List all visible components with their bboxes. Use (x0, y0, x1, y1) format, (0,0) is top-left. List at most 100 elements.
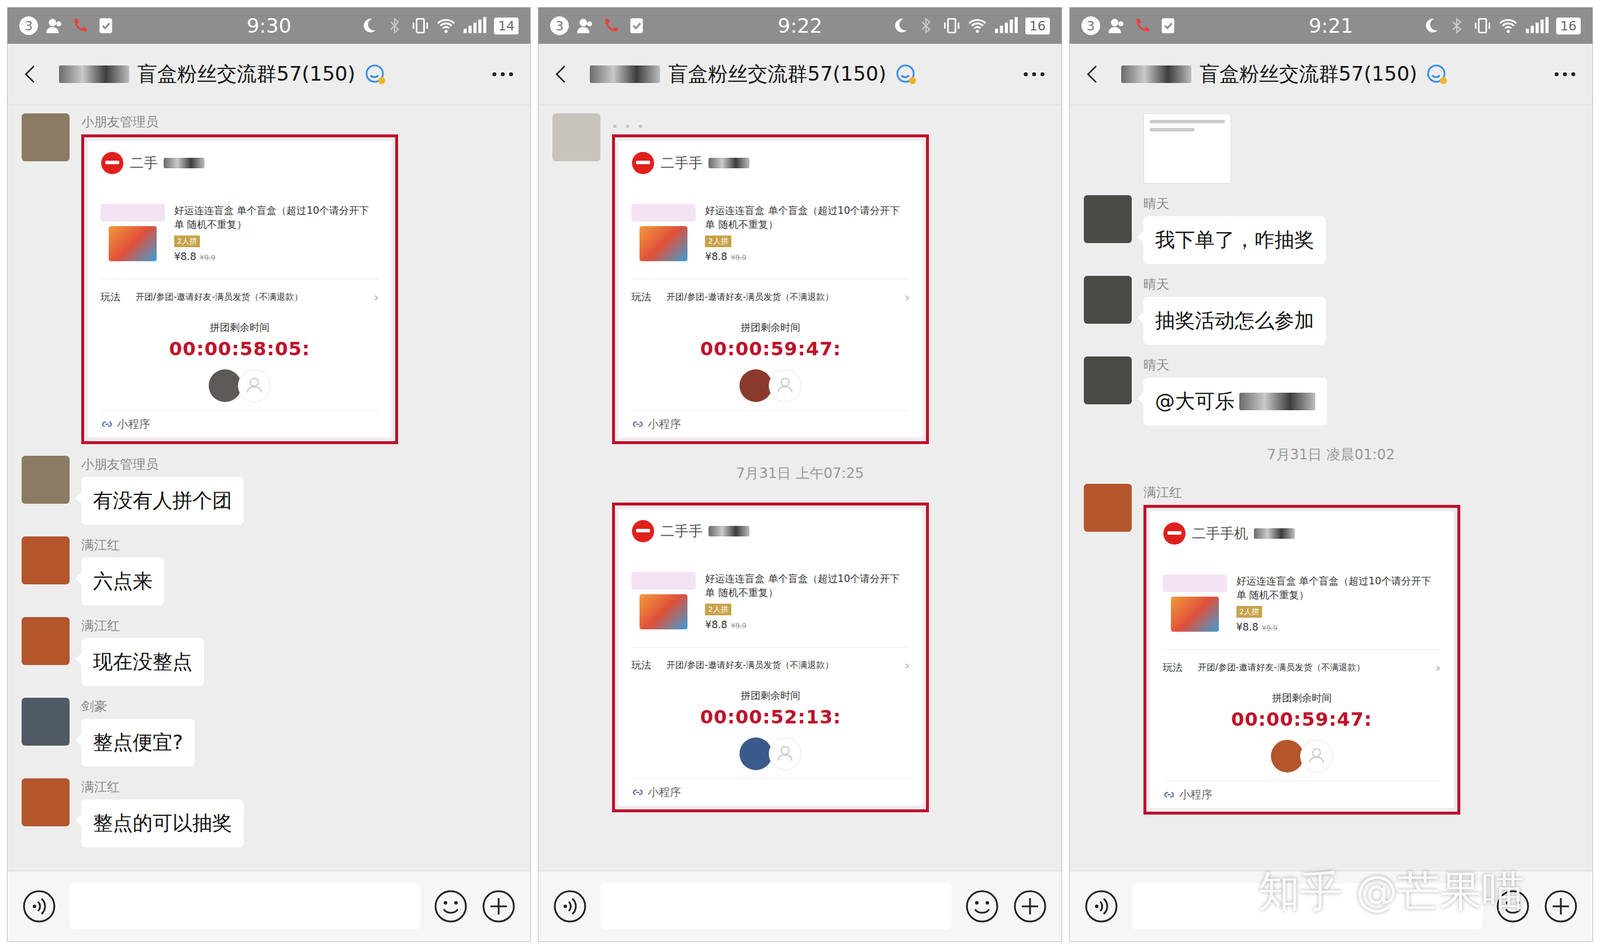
voice-icon[interactable] (1083, 889, 1119, 925)
message-row: 晴天 抽奖活动怎么参加 (1083, 275, 1579, 345)
rule-row[interactable]: 玩法 开团/参团-邀请好友-满员发货（不满退款） › (100, 278, 379, 316)
price-row: ¥8.8 ¥9.9 (1236, 621, 1278, 634)
title-bar: 盲盒粉丝交流群57(150) (7, 43, 531, 106)
price: ¥8.8 (705, 250, 728, 263)
product-row: 好运连连盲盒 单个盲盒（超过10个请分开下单 随机不重复） 2人拼 ¥8.8 ¥… (100, 204, 379, 269)
countdown-timer: 00:00:52:13: (631, 706, 910, 729)
product-info: 好运连连盲盒 单个盲盒（超过10个请分开下单 随机不重复） 2人拼 ¥8.8 ¥… (174, 204, 379, 263)
sender-avatar[interactable] (1083, 484, 1132, 532)
product-title: 好运连连盲盒 单个盲盒（超过10个请分开下单 随机不重复） (705, 572, 910, 601)
sender-avatar[interactable] (1083, 195, 1132, 244)
message-body: 晴天 抽奖活动怎么参加 (1143, 275, 1326, 345)
mini-program-icon (631, 417, 645, 431)
merchant-name: 二手手 (660, 153, 703, 173)
sender-avatar[interactable] (21, 697, 70, 746)
message-body: 小朋友管理员 二手 好运连连盲盒 单个盲盒（超过10个请分开下单 随机不重复） … (81, 113, 399, 445)
more-options-icon[interactable] (1552, 68, 1578, 80)
message-body: 晴天 我下单了，咋抽奖 (1143, 195, 1326, 265)
empty-slot-icon (237, 369, 271, 403)
mini-program-card[interactable]: 二手手机 好运连连盲盒 单个盲盒（超过10个请分开下单 随机不重复） 2人拼 ¥… (1149, 511, 1454, 809)
price: ¥8.8 (1236, 621, 1259, 634)
sender-avatar[interactable] (21, 455, 70, 504)
participants (631, 369, 910, 403)
mini-program-card[interactable]: 二手 好运连连盲盒 单个盲盒（超过10个请分开下单 随机不重复） 2人拼 ¥8.… (87, 140, 392, 438)
voice-icon[interactable] (21, 889, 57, 925)
card-footer: 小程序 (1162, 781, 1441, 803)
plus-icon[interactable] (1012, 889, 1048, 925)
redacted-merchant (163, 157, 205, 169)
plus-icon[interactable] (481, 889, 517, 925)
card-footer: 小程序 (631, 410, 910, 433)
avatar-spacer (1083, 113, 1132, 162)
sender-avatar[interactable] (552, 113, 601, 162)
status-time: 9:22 (777, 14, 822, 38)
message-row (1083, 113, 1579, 184)
timer-label: 拼团剩余时间 (1162, 691, 1441, 706)
shop-logo-icon (631, 519, 655, 544)
vibrate-icon (942, 16, 962, 36)
card-footer: 小程序 (631, 778, 910, 801)
chevron: › (904, 658, 911, 673)
card-header: 二手手 (631, 519, 910, 544)
back-arrow-icon[interactable] (553, 63, 569, 85)
message-input[interactable] (69, 883, 421, 930)
shared-image[interactable] (1143, 113, 1232, 184)
sender-avatar[interactable] (1083, 275, 1132, 324)
battery-level: 16 (1025, 17, 1050, 35)
rule-row[interactable]: 玩法 开团/参团-邀请好友-满员发货（不满退款） › (1162, 649, 1441, 686)
back-arrow-icon[interactable] (22, 63, 38, 85)
product-row: 好运连连盲盒 单个盲盒（超过10个请分开下单 随机不重复） 2人拼 ¥8.8 ¥… (1162, 574, 1441, 639)
redacted-title-prefix (1121, 65, 1192, 84)
sender-avatar[interactable] (21, 113, 70, 162)
product-title: 好运连连盲盒 单个盲盒（超过10个请分开下单 随机不重复） (705, 204, 910, 233)
emoji-icon[interactable] (433, 889, 469, 925)
wifi-icon (436, 16, 456, 36)
rule-label: 玩法 (631, 658, 652, 673)
rule-text: 开团/参团-邀请好友-满员发货（不满退款） (135, 291, 359, 303)
more-options-icon[interactable] (490, 68, 516, 80)
sender-avatar[interactable] (21, 536, 70, 585)
highlight-frame: 二手手机 好运连连盲盒 单个盲盒（超过10个请分开下单 随机不重复） 2人拼 ¥… (1143, 505, 1461, 815)
mini-program-card[interactable]: 二手手 好运连连盲盒 单个盲盒（超过10个请分开下单 随机不重复） 2人拼 ¥8… (618, 509, 923, 807)
text-bubble: 现在没整点 (81, 638, 205, 687)
sender-avatar[interactable] (1083, 356, 1132, 405)
sender-avatar[interactable] (21, 778, 70, 827)
price-row: ¥8.8 ¥9.9 (174, 250, 216, 263)
mini-program-card[interactable]: 二手手 好运连连盲盒 单个盲盒（超过10个请分开下单 随机不重复） 2人拼 ¥8… (618, 140, 923, 438)
group-size-badge: 2人拼 (705, 603, 731, 616)
product-info: 好运连连盲盒 单个盲盒（超过10个请分开下单 随机不重复） 2人拼 ¥8.8 ¥… (705, 572, 910, 631)
back-arrow-icon[interactable] (1084, 63, 1101, 85)
sim-badge: 3 (19, 16, 38, 36)
card-header: 二手手机 (1162, 522, 1441, 546)
product-image (631, 572, 696, 637)
redacted-title-prefix (59, 65, 130, 84)
more-options-icon[interactable] (1021, 68, 1047, 80)
price-row: ¥8.8 ¥9.9 (705, 250, 747, 263)
countdown-timer: 00:00:59:47: (1162, 708, 1441, 731)
participant-avatar (208, 369, 242, 403)
message-body: 满江红 六点来 (81, 536, 165, 606)
message-row: 满江红 现在没整点 (21, 617, 517, 687)
plus-icon[interactable] (1543, 889, 1579, 925)
message-body: 满江红 现在没整点 (81, 617, 205, 687)
input-bar (7, 871, 531, 942)
rule-row[interactable]: 玩法 开团/参团-邀请好友-满员发货（不满退款） › (631, 278, 910, 316)
voice-icon[interactable] (552, 889, 588, 925)
product-title: 好运连连盲盒 单个盲盒（超过10个请分开下单 随机不重复） (1236, 574, 1441, 603)
sim-badge: 3 (1081, 16, 1101, 36)
signal-icon (993, 16, 1019, 36)
rule-row[interactable]: 玩法 开团/参团-邀请好友-满员发货（不满退款） › (631, 647, 910, 684)
message-input[interactable] (600, 883, 952, 930)
emoji-icon[interactable] (964, 889, 1000, 925)
group-size-badge: 2人拼 (1236, 606, 1263, 618)
moon-icon (1421, 16, 1441, 36)
product-image (100, 204, 165, 269)
sim-badge: 3 (550, 16, 569, 36)
sender-name: 满江红 (1143, 484, 1461, 502)
timer-label: 拼团剩余时间 (100, 320, 379, 335)
message-body: 满江红 整点的可以抽奖 (81, 778, 244, 848)
signal-icon (1524, 16, 1550, 36)
status-right: 14 (291, 16, 519, 36)
chevron: › (373, 289, 379, 305)
sender-avatar[interactable] (21, 617, 70, 666)
